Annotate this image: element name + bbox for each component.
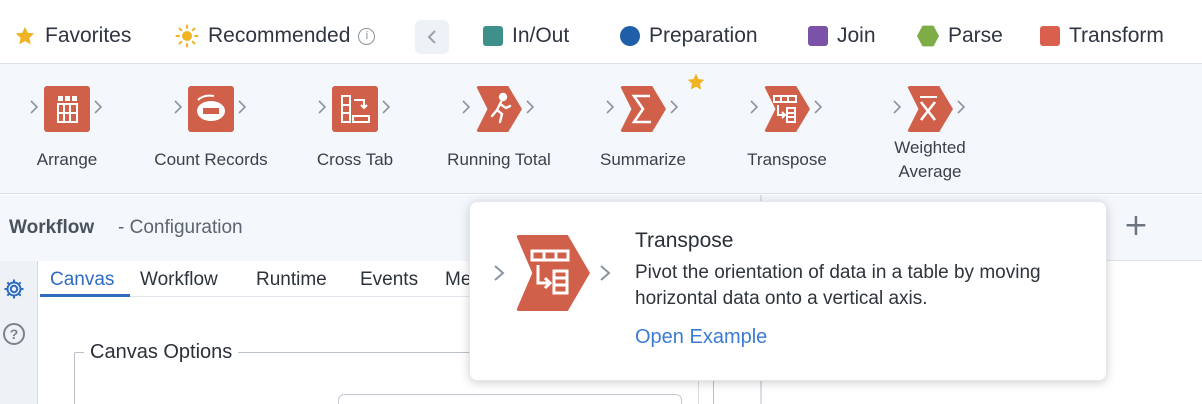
count-records-icon [188, 86, 234, 132]
tool-arrange[interactable]: Arrange [22, 64, 112, 194]
tool-transpose[interactable]: Transpose [736, 64, 838, 194]
chevron-right-icon [30, 100, 38, 114]
category-label: Transform [1069, 24, 1164, 47]
gear-icon[interactable] [2, 277, 26, 301]
tab-events[interactable]: Events [360, 269, 418, 291]
transpose-icon [764, 86, 810, 132]
tab-workflow[interactable]: Workflow [140, 269, 218, 291]
category-in-out[interactable]: In/Out [483, 22, 569, 50]
tool-label: Weighted Average [894, 138, 966, 181]
chevron-right-icon [318, 100, 326, 114]
running-total-icon [476, 86, 522, 132]
tool-label: Arrange [36, 150, 98, 169]
category-join[interactable]: Join [808, 22, 876, 50]
category-label: Preparation [649, 24, 758, 47]
chevron-right-icon [600, 265, 611, 281]
tooltip-description: Pivot the orientation of data in a table… [635, 262, 1041, 309]
square-icon [808, 26, 828, 46]
tool-label: Count Records [154, 150, 268, 169]
scroll-left-button[interactable] [415, 20, 449, 54]
tool-label: Transpose [747, 150, 827, 169]
tab-runtime[interactable]: Runtime [256, 269, 327, 291]
panel-title: Workflow [9, 217, 95, 238]
chevron-right-icon [957, 100, 965, 114]
chevron-right-icon [750, 100, 758, 114]
chevron-right-icon [494, 265, 505, 281]
tool-running-total[interactable]: Running Total [433, 64, 565, 194]
favorite-star-icon[interactable] [686, 72, 706, 92]
summarize-icon [620, 86, 666, 132]
sun-icon [175, 24, 199, 48]
chevron-left-icon [427, 30, 436, 44]
tool-summarize[interactable]: Summarize [588, 64, 698, 194]
transpose-icon [516, 235, 590, 311]
tool-tooltip: Transpose Pivot the orientation of data … [469, 201, 1107, 381]
star-icon [15, 26, 35, 45]
chevron-right-icon [606, 100, 614, 114]
category-preparation[interactable]: Preparation [620, 22, 758, 50]
arrange-icon [44, 86, 90, 132]
info-icon[interactable]: i [358, 27, 376, 45]
chevron-right-icon [670, 100, 678, 114]
chevron-right-icon [526, 100, 534, 114]
chevron-right-icon [893, 100, 901, 114]
category-label: In/Out [512, 24, 570, 47]
tool-cross-tab[interactable]: Cross Tab [305, 64, 405, 194]
category-label: Recommended [208, 24, 351, 47]
tool-label: Summarize [600, 150, 686, 169]
chevron-right-icon [814, 100, 822, 114]
category-label: Join [837, 24, 876, 47]
category-parse[interactable]: Parse [917, 22, 1003, 50]
category-label: Favorites [45, 24, 132, 47]
tab-meta-info[interactable]: Me [445, 269, 471, 291]
chevron-right-icon [238, 100, 246, 114]
cross-tab-icon [332, 86, 378, 132]
canvas-option-input[interactable] [338, 394, 682, 404]
chevron-right-icon [174, 100, 182, 114]
hexagon-icon [917, 25, 939, 47]
chevron-right-icon [94, 100, 102, 114]
open-example-link[interactable]: Open Example [635, 326, 767, 349]
square-icon [483, 26, 503, 46]
tool-label: Running Total [447, 150, 551, 169]
square-icon [1040, 26, 1060, 46]
category-label: Parse [948, 24, 1003, 47]
tool-palette: Arrange Count Records Cross Tab Running … [0, 64, 1202, 194]
tool-count-records[interactable]: Count Records [142, 64, 280, 194]
weighted-average-icon [907, 86, 953, 132]
tool-label: Cross Tab [316, 150, 394, 169]
chevron-right-icon [382, 100, 390, 114]
panel-subtitle: - Configuration [118, 217, 243, 238]
help-icon[interactable]: ? [3, 323, 25, 345]
add-button[interactable]: + [1120, 208, 1152, 244]
circle-icon [620, 26, 640, 46]
tooltip-title: Transpose [635, 229, 734, 252]
category-transform[interactable]: Transform [1040, 22, 1164, 50]
category-recommended[interactable]: Recommended i [175, 22, 376, 50]
canvas-options-legend: Canvas Options [84, 341, 239, 364]
chevron-right-icon [462, 100, 470, 114]
tool-weighted-average[interactable]: Weighted Average [876, 64, 984, 194]
category-favorites[interactable]: Favorites [14, 22, 131, 50]
category-bar: Favorites Recommended i In/Out Preparati… [0, 0, 1202, 64]
tab-canvas[interactable]: Canvas [50, 269, 114, 291]
